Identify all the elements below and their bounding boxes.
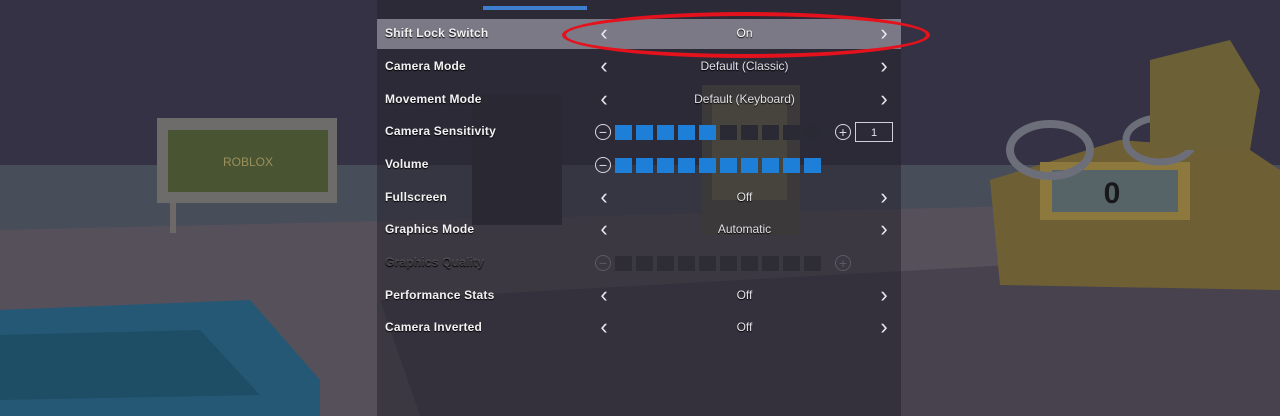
- sensitivity-slider[interactable]: − + 1: [593, 122, 893, 144]
- slider-segment[interactable]: [804, 125, 821, 140]
- setting-label: Graphics Mode: [385, 222, 475, 236]
- setting-value: Off: [736, 320, 753, 334]
- setting-row-volume[interactable]: Volume −: [377, 150, 901, 180]
- setting-row-graphics-quality: Graphics Quality − +: [377, 248, 901, 278]
- slider-segment[interactable]: [783, 125, 800, 140]
- setting-row-camera-inverted[interactable]: Camera Inverted ‹ Off ›: [377, 313, 901, 343]
- slider-segment[interactable]: [678, 256, 695, 271]
- setting-value: Default (Keyboard): [694, 92, 795, 106]
- chevron-left-icon[interactable]: ‹: [592, 316, 616, 340]
- slider-segment[interactable]: [636, 256, 653, 271]
- setting-label: Performance Stats: [385, 288, 495, 302]
- slider-segment[interactable]: [678, 125, 695, 140]
- settings-tab-indicator: [483, 6, 587, 10]
- minus-circle-icon: −: [595, 255, 611, 271]
- minus-circle-icon[interactable]: −: [595, 124, 611, 140]
- slider-segment[interactable]: [804, 158, 821, 173]
- setting-row-shift-lock[interactable]: Shift Lock Switch ‹ On ›: [377, 19, 901, 49]
- slider-segment[interactable]: [720, 158, 737, 173]
- setting-label: Shift Lock Switch: [385, 26, 489, 40]
- setting-label: Graphics Quality: [385, 255, 485, 269]
- chevron-right-icon[interactable]: ›: [872, 22, 896, 46]
- slider-segment[interactable]: [741, 256, 758, 271]
- chevron-left-icon[interactable]: ‹: [592, 22, 616, 46]
- setting-row-movement-mode[interactable]: Movement Mode ‹ Default (Keyboard) ›: [377, 85, 901, 115]
- slider-segment[interactable]: [804, 256, 821, 271]
- slider-segment[interactable]: [636, 125, 653, 140]
- slider-segment[interactable]: [762, 158, 779, 173]
- slider-segment[interactable]: [657, 158, 674, 173]
- setting-value: On: [736, 26, 753, 40]
- volume-slider[interactable]: −: [593, 155, 893, 177]
- slider-segment[interactable]: [720, 256, 737, 271]
- slider-segment[interactable]: [783, 256, 800, 271]
- slider-segment[interactable]: [678, 158, 695, 173]
- chevron-left-icon[interactable]: ‹: [592, 218, 616, 242]
- setting-label: Camera Inverted: [385, 320, 483, 334]
- setting-row-fullscreen[interactable]: Fullscreen ‹ Off ›: [377, 183, 901, 213]
- chevron-left-icon[interactable]: ‹: [592, 186, 616, 210]
- slider-segment[interactable]: [699, 158, 716, 173]
- setting-value: Off: [736, 288, 753, 302]
- chevron-right-icon[interactable]: ›: [872, 55, 896, 79]
- slider-segment[interactable]: [699, 125, 716, 140]
- slider-segment[interactable]: [615, 158, 632, 173]
- setting-value: Off: [736, 190, 753, 204]
- chevron-left-icon[interactable]: ‹: [592, 88, 616, 112]
- setting-label: Volume: [385, 157, 429, 171]
- game-screen: ROBLOX 0 Shift Lock Switch ‹ On › Camera…: [0, 0, 1280, 416]
- slider-segment[interactable]: [615, 256, 632, 271]
- slider-segment[interactable]: [699, 256, 716, 271]
- slider-segment[interactable]: [636, 158, 653, 173]
- chevron-right-icon[interactable]: ›: [872, 284, 896, 308]
- minus-circle-icon[interactable]: −: [595, 157, 611, 173]
- setting-label: Movement Mode: [385, 92, 482, 106]
- chevron-left-icon[interactable]: ‹: [592, 55, 616, 79]
- slider-segment[interactable]: [615, 125, 632, 140]
- slider-segment[interactable]: [741, 158, 758, 173]
- setting-label: Camera Sensitivity: [385, 124, 496, 138]
- setting-row-camera-sensitivity[interactable]: Camera Sensitivity − + 1: [377, 117, 901, 147]
- chevron-right-icon[interactable]: ›: [872, 316, 896, 340]
- setting-row-performance-stats[interactable]: Performance Stats ‹ Off ›: [377, 281, 901, 311]
- slider-segment[interactable]: [657, 125, 674, 140]
- slider-segment[interactable]: [762, 256, 779, 271]
- graphics-quality-slider: − +: [593, 253, 893, 275]
- sensitivity-input[interactable]: 1: [855, 122, 893, 142]
- setting-row-camera-mode[interactable]: Camera Mode ‹ Default (Classic) ›: [377, 52, 901, 82]
- slider-segment[interactable]: [783, 158, 800, 173]
- setting-label: Fullscreen: [385, 190, 448, 204]
- chevron-right-icon[interactable]: ›: [872, 218, 896, 242]
- slider-segment[interactable]: [720, 125, 737, 140]
- chevron-right-icon[interactable]: ›: [872, 88, 896, 112]
- plus-circle-icon[interactable]: +: [835, 124, 851, 140]
- chevron-right-icon[interactable]: ›: [872, 186, 896, 210]
- setting-value: Automatic: [717, 222, 772, 236]
- slider-segment[interactable]: [741, 125, 758, 140]
- setting-label: Camera Mode: [385, 59, 466, 73]
- plus-circle-icon: +: [835, 255, 851, 271]
- slider-segment[interactable]: [657, 256, 674, 271]
- chevron-left-icon[interactable]: ‹: [592, 284, 616, 308]
- setting-row-graphics-mode[interactable]: Graphics Mode ‹ Automatic ›: [377, 215, 901, 245]
- setting-value: Default (Classic): [700, 59, 789, 73]
- slider-segment[interactable]: [762, 125, 779, 140]
